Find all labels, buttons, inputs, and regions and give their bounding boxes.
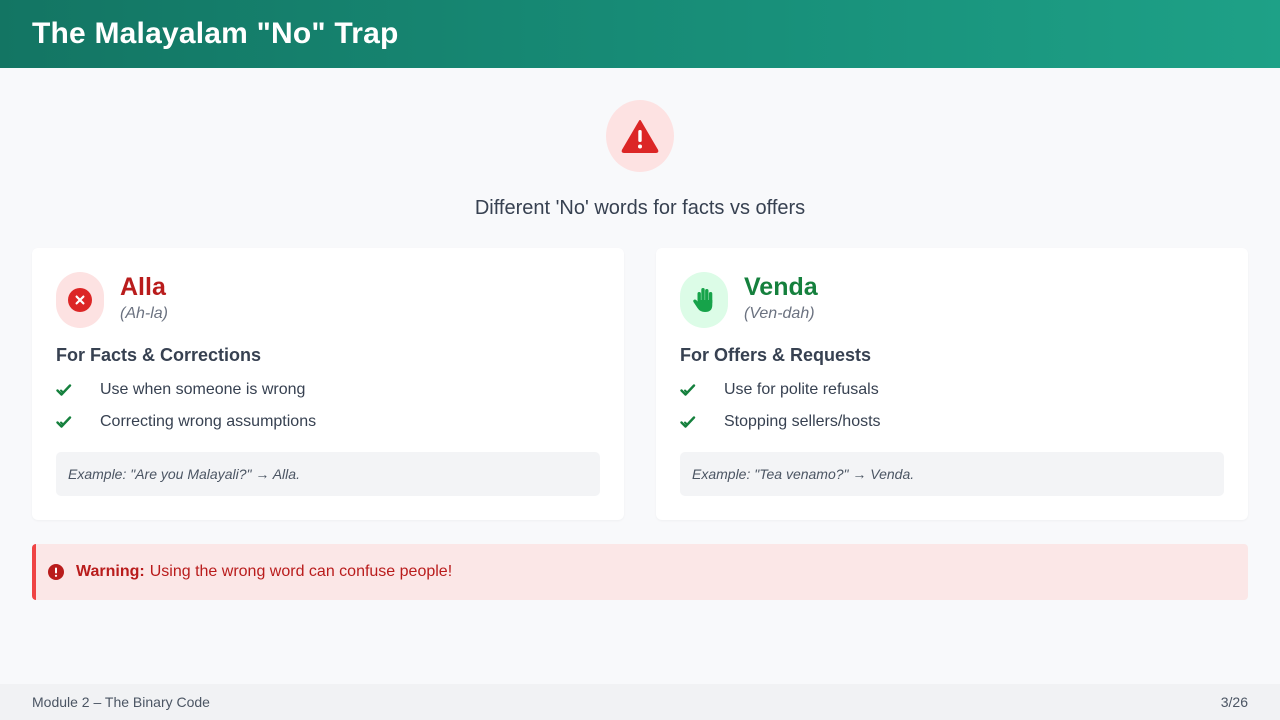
venda-card: Venda (Ven-dah) For Offers & Requests Us… — [656, 248, 1248, 520]
example-box: Example: "Are you Malayali?" → Alla. — [56, 452, 600, 496]
card-heading: For Offers & Requests — [680, 345, 872, 365]
bullet-text: Use when someone is wrong — [100, 381, 306, 398]
hand-stop-icon — [680, 272, 728, 328]
exclamation-circle-icon — [48, 564, 64, 580]
slide-title: The Malayalam "No" Trap — [32, 17, 399, 50]
warning-triangle-icon — [606, 100, 674, 172]
slide-subtitle: Different 'No' words for facts vs offers — [474, 197, 806, 219]
list-item: Stopping sellers/hosts — [680, 412, 881, 432]
slide-header: The Malayalam "No" Trap — [0, 0, 1280, 68]
card-bullet-list: Use when someone is wrong Correcting wro… — [56, 380, 316, 444]
card-bullet-list: Use for polite refusals Stopping sellers… — [680, 380, 881, 444]
card-heading: For Facts & Corrections — [56, 345, 262, 365]
alla-card: Alla (Ah-la) For Facts & Corrections Use… — [32, 248, 624, 520]
warning-label: Warning: — [76, 563, 145, 580]
list-item: Use for polite refusals — [680, 380, 881, 400]
check-icon — [680, 415, 696, 429]
bullet-text: Use for polite refusals — [724, 381, 879, 398]
card-pronunciation: (Ven-dah) — [744, 305, 815, 322]
list-item: Use when someone is wrong — [56, 380, 316, 400]
bullet-text: Stopping sellers/hosts — [724, 413, 881, 430]
module-label: Module 2 – The Binary Code — [32, 694, 210, 710]
example-box: Example: "Tea venamo?" → Venda. — [680, 452, 1224, 496]
bullet-text: Correcting wrong assumptions — [100, 413, 317, 430]
check-icon — [56, 415, 72, 429]
warning-text: Using the wrong word can confuse people! — [149, 563, 453, 580]
card-word: Alla — [120, 273, 166, 301]
check-icon — [680, 383, 696, 397]
slide-footer: Module 2 – The Binary Code 3/26 — [0, 684, 1280, 720]
check-icon — [56, 383, 72, 397]
list-item: Correcting wrong assumptions — [56, 412, 316, 432]
card-word: Venda — [744, 273, 818, 301]
page-number: 3/26 — [1220, 694, 1248, 710]
card-pronunciation: (Ah-la) — [120, 305, 169, 322]
x-circle-icon — [56, 272, 104, 328]
warning-banner: Warning: Using the wrong word can confus… — [32, 544, 1248, 600]
